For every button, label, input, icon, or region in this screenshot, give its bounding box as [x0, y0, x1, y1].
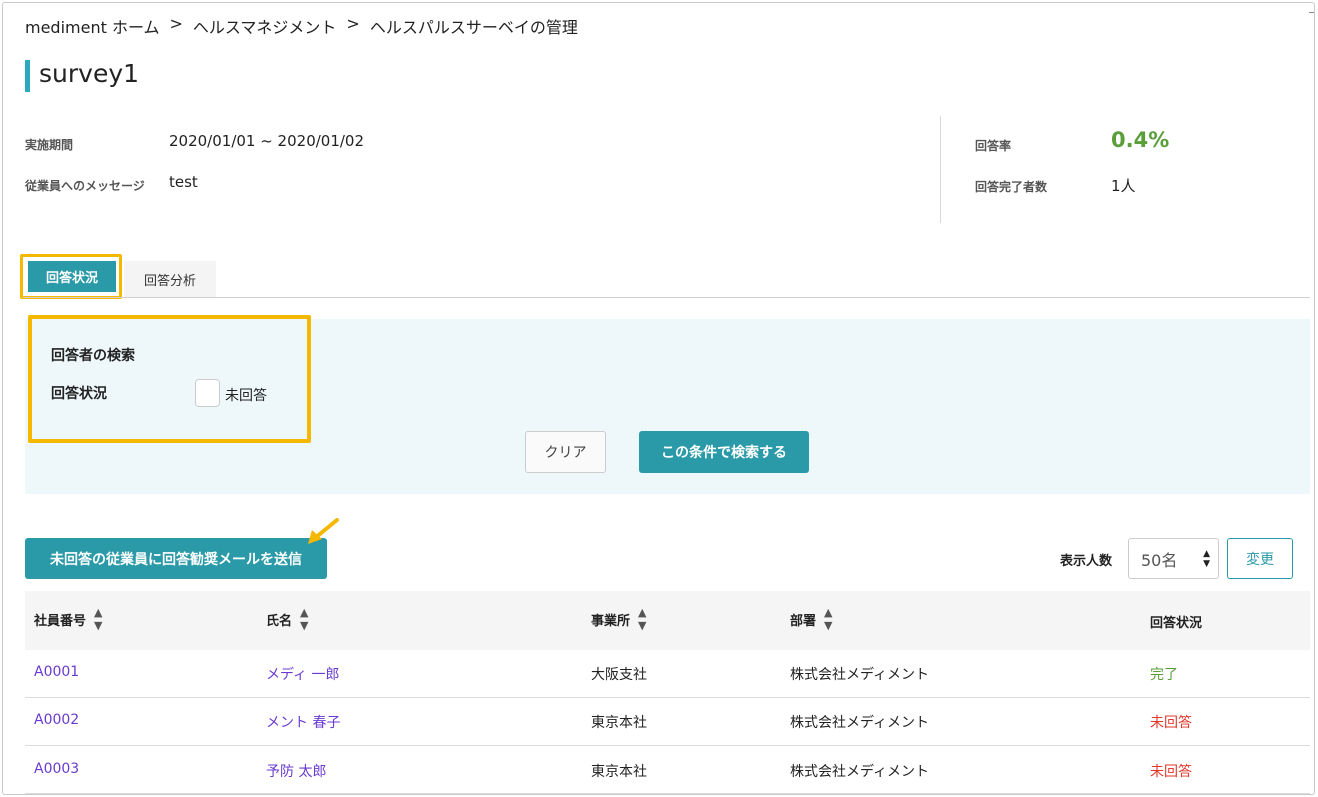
response-rate-label: 回答率 [975, 139, 1012, 153]
app-window: mediment ホーム > ヘルスマネジメント > ヘルスパルスサーベイの管理… [2, 2, 1315, 795]
display-count-select[interactable]: 50名 ▲ ▼ [1128, 538, 1219, 579]
cell-office: 東京本社 [591, 764, 647, 780]
cell-name[interactable]: メディ 一郎 [266, 664, 339, 684]
clear-button[interactable]: クリア [525, 431, 606, 473]
sort-arrows-icon[interactable]: ▲ ▼ [824, 606, 832, 632]
row-divider [25, 697, 1310, 698]
cell-status: 未回答 [1150, 715, 1192, 731]
cell-office: 大阪支社 [591, 667, 647, 683]
message-label: 従業員へのメッセージ [25, 179, 145, 193]
search-submit-button[interactable]: この条件で検索する [639, 431, 809, 473]
tab-highlight-frame [20, 254, 122, 299]
cell-status: 完了 [1150, 667, 1178, 683]
arrow-annotation-icon [308, 518, 339, 544]
summary-divider [940, 116, 941, 223]
cell-name[interactable]: メント 春子 [266, 712, 340, 732]
display-count-label: 表示人数 [1060, 554, 1113, 569]
cell-department: 株式会社メディメント [790, 764, 930, 780]
cell-employee-id[interactable]: A0003 [34, 761, 79, 777]
breadcrumb-health-management[interactable]: ヘルスマネジメント [193, 14, 337, 38]
window-corner [1309, 3, 1314, 13]
send-reminder-mail-button[interactable]: 未回答の従業員に回答勧奨メールを送信 [25, 538, 327, 579]
column-header-department: 部署 ▲ ▼ [790, 606, 832, 632]
display-count-value: 50名 [1141, 550, 1178, 570]
cell-department: 株式会社メディメント [790, 667, 930, 683]
message-value: test [169, 173, 198, 191]
tab-response-analysis[interactable]: 回答分析 [124, 261, 216, 297]
column-header-label: 回答状況 [1150, 616, 1203, 631]
row-divider [25, 793, 1310, 794]
cell-employee-id[interactable]: A0001 [34, 664, 79, 680]
period-value: 2020/01/01 ~ 2020/01/02 [169, 132, 365, 150]
period-label: 実施期間 [25, 138, 74, 152]
select-spinner-icon: ▲ ▼ [1203, 549, 1210, 569]
table-header [25, 591, 1310, 650]
column-header-name: 氏名 ▲ ▼ [266, 606, 308, 632]
cell-office: 東京本社 [591, 715, 647, 731]
breadcrumb-separator: > [169, 14, 183, 33]
response-rate-value: 0.4% [1111, 128, 1170, 152]
cell-name[interactable]: 予防 太郎 [266, 761, 326, 781]
completed-count-value: 1人 [1111, 177, 1136, 195]
column-header-label: 社員番号 [34, 613, 87, 629]
sort-arrows-icon[interactable]: ▲ ▼ [300, 606, 308, 632]
column-header-status: 回答状況 [1150, 612, 1202, 631]
column-header-label: 事業所 [591, 613, 631, 629]
breadcrumb-separator: > [346, 14, 360, 33]
sort-arrows-icon[interactable]: ▲ ▼ [94, 606, 102, 632]
row-divider [25, 745, 1310, 746]
breadcrumb-survey-admin: ヘルスパルスサーベイの管理 [369, 18, 578, 37]
column-header-label: 氏名 [266, 613, 293, 629]
column-header-employee-id: 社員番号 ▲ ▼ [34, 606, 102, 632]
cell-department: 株式会社メディメント [790, 715, 930, 731]
change-count-button[interactable]: 変更 [1227, 538, 1293, 579]
cell-employee-id[interactable]: A0002 [34, 712, 79, 728]
page-title: survey1 [39, 59, 140, 88]
title-accent-bar [25, 60, 30, 92]
search-highlight-frame [28, 315, 311, 443]
column-header-label: 部署 [790, 613, 817, 629]
breadcrumb-home[interactable]: mediment ホーム [25, 14, 159, 38]
completed-count-label: 回答完了者数 [975, 180, 1048, 194]
breadcrumb: mediment ホーム > ヘルスマネジメント > ヘルスパルスサーベイの管理 [25, 14, 578, 38]
column-header-office: 事業所 ▲ ▼ [591, 606, 646, 632]
cell-status: 未回答 [1150, 764, 1192, 780]
sort-arrows-icon[interactable]: ▲ ▼ [638, 606, 646, 632]
tabs-divider [23, 297, 1310, 298]
